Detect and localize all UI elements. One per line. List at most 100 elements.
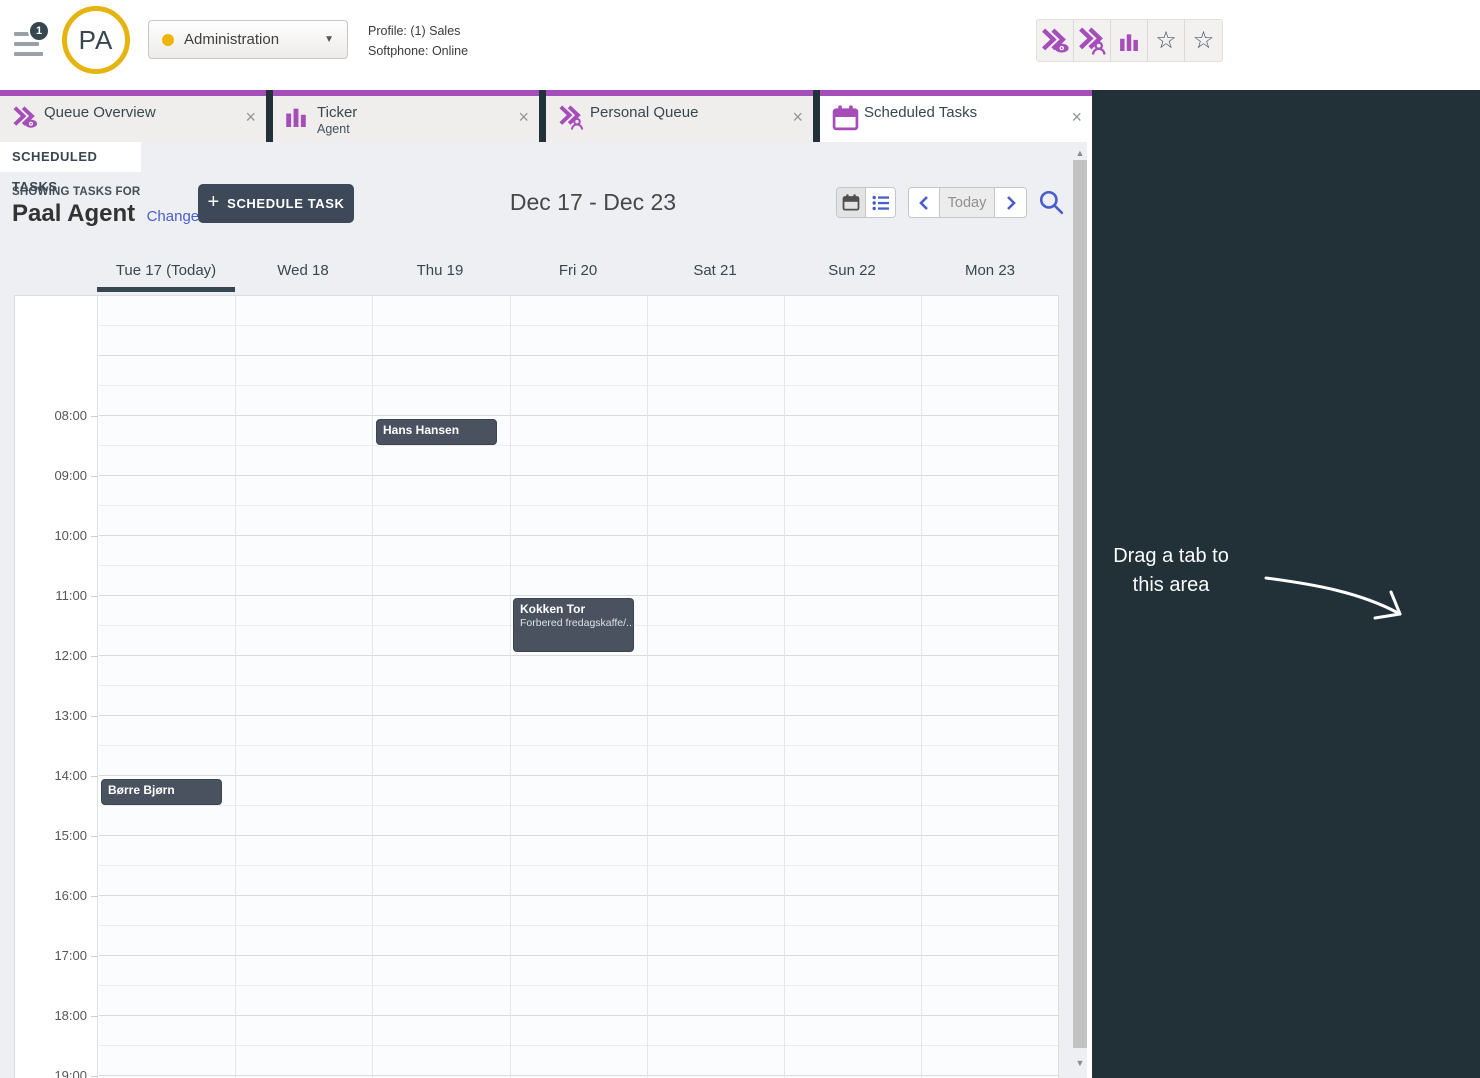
favorite-button[interactable]: ☆ (1148, 20, 1185, 61)
time-label: 11:00 (55, 588, 87, 603)
time-gutter: 08:00 09:00 10:00 11:00 12:00 13:00 14:0… (15, 296, 98, 1078)
quick-ticker-button[interactable] (1111, 20, 1148, 61)
personal-queue-icon (1079, 26, 1106, 55)
day-column[interactable] (99, 296, 236, 1078)
tab-title: Queue Overview (44, 104, 156, 121)
calendar-event[interactable]: Kokken Tor Forbered fredagskaffe/... (513, 598, 634, 652)
calendar-event[interactable]: Børre Bjørn (101, 779, 222, 805)
selected-person-name: Paal Agent (12, 200, 136, 227)
next-week-button[interactable] (995, 188, 1026, 217)
personal-queue-icon (559, 105, 584, 130)
previous-week-button[interactable] (909, 188, 940, 217)
time-label: 19:00 (54, 1068, 87, 1078)
event-title: Kokken Tor (520, 602, 586, 616)
day-column[interactable] (785, 296, 922, 1078)
drop-zone-message: Drag a tab to this area (1113, 545, 1229, 596)
quick-queue-overview-button[interactable] (1037, 20, 1074, 61)
time-label: 10:00 (54, 528, 87, 543)
day-column[interactable] (511, 296, 648, 1078)
tab-drop-zone[interactable]: Drag a tab to this area (1092, 90, 1480, 1078)
today-button[interactable]: Today (940, 188, 995, 217)
calendar-icon (832, 105, 859, 131)
chevron-right-icon (1006, 195, 1016, 210)
profile-line: Profile: (1) Sales (368, 24, 461, 38)
top-bar: 1 PA Administration ▼ Profile: (1) Sales… (0, 0, 1480, 90)
event-subtitle: Forbered fredagskaffe/... (520, 617, 634, 629)
search-icon (1039, 190, 1064, 215)
list-view-button[interactable] (866, 188, 895, 217)
day-column[interactable] (648, 296, 785, 1078)
tab-subtitle: Agent (317, 122, 350, 136)
status-dot-icon (162, 33, 174, 46)
week-navigation-group: Today (908, 187, 1027, 218)
day-header[interactable]: Sat 21 (646, 262, 784, 284)
tab-title: Scheduled Tasks (864, 104, 978, 121)
close-icon[interactable]: × (518, 107, 529, 128)
time-label: 13:00 (54, 708, 87, 723)
chevron-left-icon (919, 195, 928, 210)
softphone-line: Softphone: Online (368, 44, 469, 58)
today-underline (97, 287, 235, 292)
search-button[interactable] (1038, 189, 1064, 215)
close-icon[interactable]: × (792, 107, 803, 128)
scrollbar-thumb[interactable] (1073, 160, 1087, 1048)
tab-personal-queue[interactable]: Personal Queue × (546, 90, 813, 142)
tab-strip: Queue Overview × Ticker Agent × Personal (0, 90, 1092, 142)
showing-tasks-label: SHOWING TASKS FOR (12, 186, 141, 198)
day-header[interactable]: Sun 22 (783, 262, 921, 284)
menu-notification-badge: 1 (28, 20, 50, 42)
curved-arrow-icon (1264, 576, 1402, 620)
scroll-down-arrow[interactable]: ▼ (1073, 1057, 1087, 1069)
calendar-view-button[interactable] (837, 188, 866, 217)
close-icon[interactable]: × (1071, 107, 1082, 128)
event-title: Hans Hansen (383, 423, 460, 437)
grid-columns[interactable]: Hans Hansen Kokken Tor Forbered fredagsk… (99, 296, 1058, 1078)
profile-info: Profile: (1) Sales Softphone: Online (368, 21, 468, 61)
view-toggle-group (836, 187, 896, 218)
avatar[interactable]: PA (62, 6, 130, 74)
list-view-icon (872, 195, 889, 210)
date-range-label: Dec 17 - Dec 23 (509, 189, 677, 215)
time-label: 14:00 (54, 768, 87, 783)
tab-scheduled-tasks[interactable]: Scheduled Tasks × (820, 90, 1092, 142)
change-person-link[interactable]: Change (147, 208, 200, 225)
tab-queue-overview[interactable]: Queue Overview × (0, 90, 266, 142)
chevron-down-icon: ▼ (324, 34, 334, 45)
queue-overview-icon (1042, 28, 1069, 53)
day-column[interactable] (373, 296, 511, 1078)
time-label: 09:00 (54, 468, 87, 483)
day-header[interactable]: Wed 18 (234, 262, 372, 284)
queue-overview-icon (13, 106, 38, 128)
day-header[interactable]: Thu 19 (371, 262, 509, 284)
day-column[interactable] (236, 296, 373, 1078)
week-grid[interactable]: 08:00 09:00 10:00 11:00 12:00 13:00 14:0… (14, 295, 1059, 1078)
day-column[interactable] (922, 296, 1058, 1078)
time-label: 12:00 (54, 648, 87, 663)
day-header[interactable]: Fri 20 (509, 262, 647, 284)
calendar-event[interactable]: Hans Hansen (376, 419, 497, 445)
calendar-view-icon (842, 194, 860, 211)
tab-ticker[interactable]: Ticker Agent × (273, 90, 539, 142)
time-label: 17:00 (54, 948, 87, 963)
time-label: 18:00 (54, 1008, 87, 1023)
ticker-icon (286, 108, 306, 127)
scroll-up-arrow[interactable]: ▲ (1073, 147, 1087, 159)
plus-icon: + (207, 191, 220, 213)
day-header[interactable]: Mon 23 (921, 262, 1059, 284)
schedule-task-button[interactable]: + SCHEDULE TASK (198, 184, 354, 223)
star-icon: ☆ (1155, 26, 1177, 54)
time-label: 16:00 (54, 888, 87, 903)
scheduled-tasks-panel: SCHEDULED TASKS SHOWING TASKS FOR Paal A… (0, 142, 1092, 1078)
time-label: 08:00 (54, 408, 87, 423)
quick-launch-bar: ☆ ☆ (1036, 19, 1223, 62)
favorite-button-2[interactable]: ☆ (1185, 20, 1222, 61)
quick-personal-queue-button[interactable] (1074, 20, 1111, 61)
star-icon: ☆ (1192, 26, 1215, 54)
tab-title: Ticker (317, 104, 358, 121)
tab-title: Personal Queue (590, 104, 699, 121)
close-icon[interactable]: × (245, 107, 256, 128)
event-title: Børre Bjørn (108, 783, 175, 797)
profile-dropdown-label: Administration (184, 31, 280, 48)
day-header-today[interactable]: Tue 17 (Today) (97, 262, 235, 284)
profile-dropdown[interactable]: Administration ▼ (148, 20, 348, 59)
